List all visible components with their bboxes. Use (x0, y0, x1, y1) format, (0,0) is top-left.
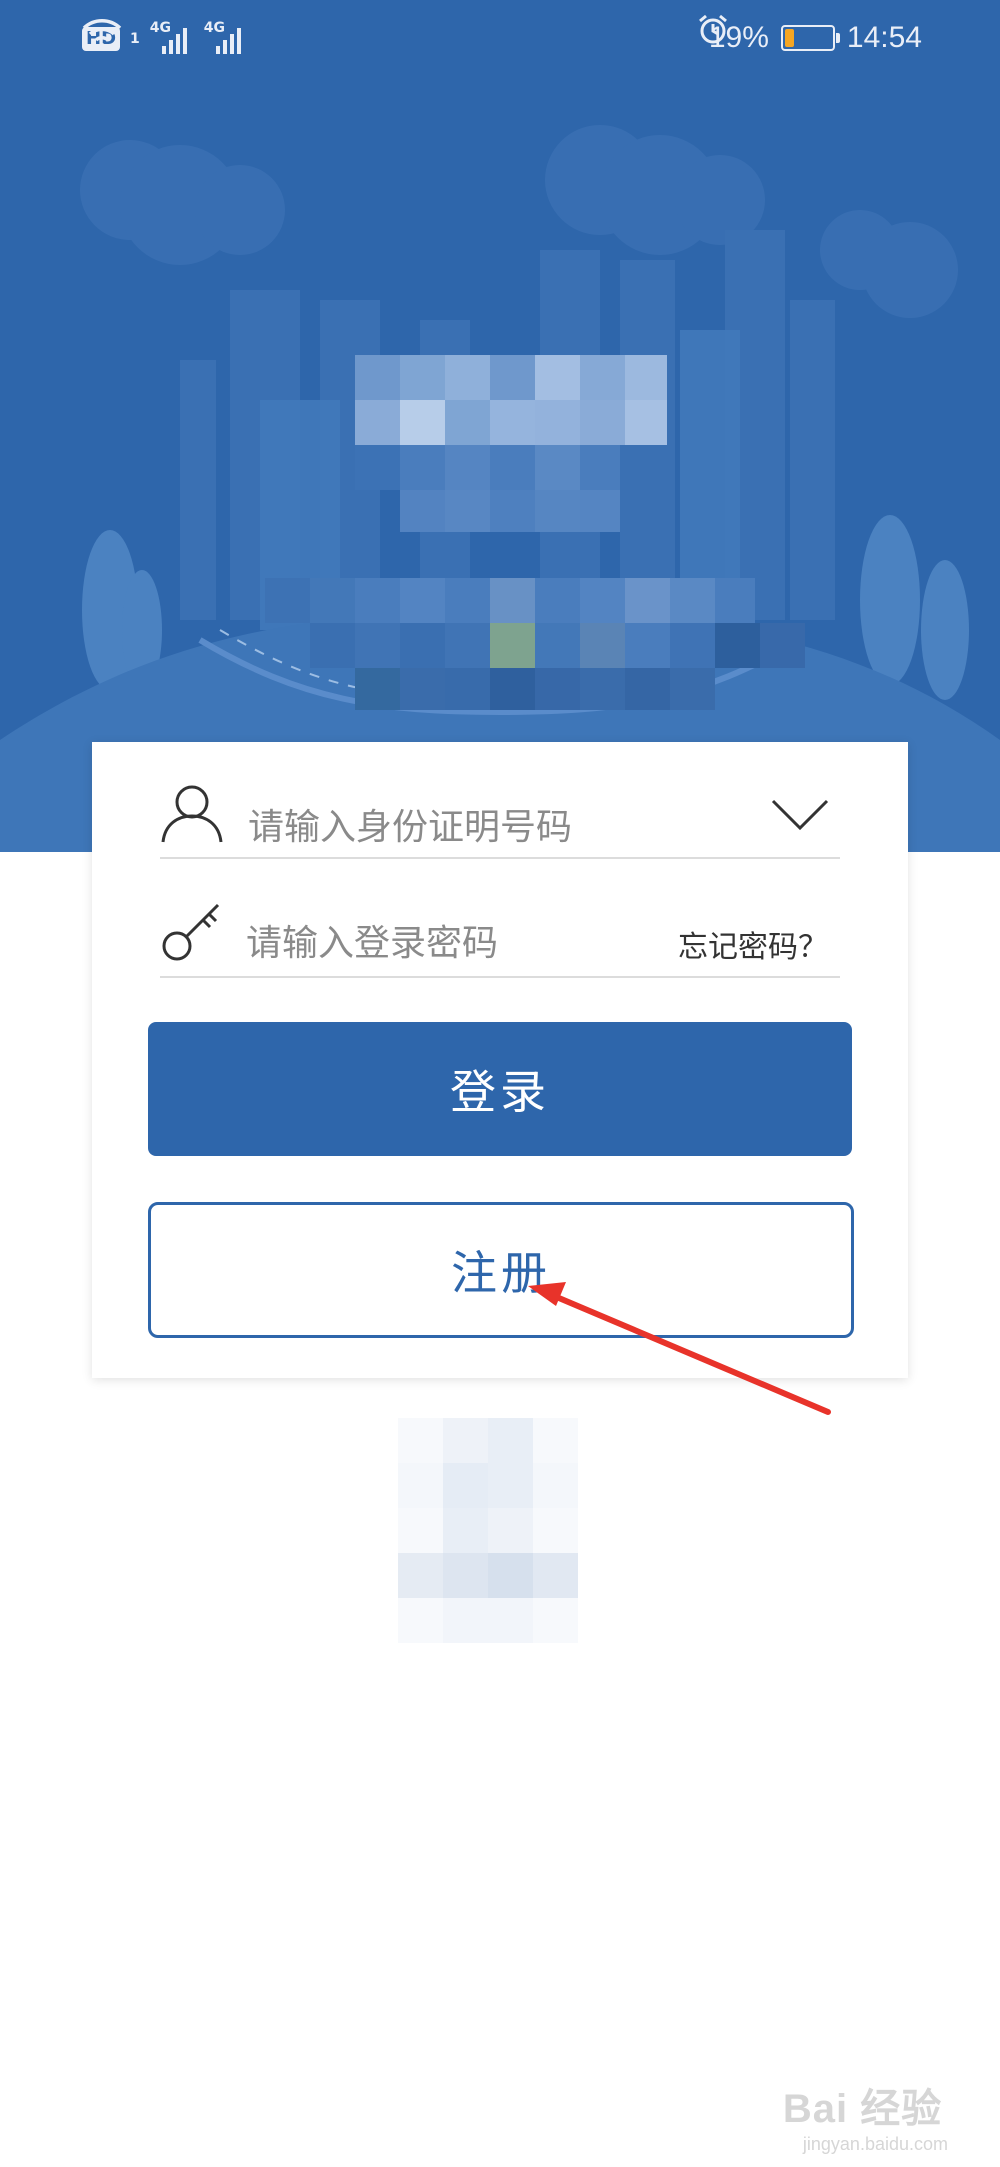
watermark-url: jingyan.baidu.com (802, 2134, 948, 2154)
id-number-input[interactable]: 请输入身份证明号码 (248, 798, 572, 850)
user-icon (160, 782, 224, 848)
password-input[interactable]: 请输入登录密码 (246, 914, 498, 966)
key-icon (160, 900, 224, 966)
register-button[interactable]: 注册 (148, 1202, 854, 1338)
cellular-signal-icon: 4G (150, 20, 194, 56)
cellular-signal-icon-2: 4G (204, 20, 248, 56)
city-illustration (0, 125, 1000, 852)
chevron-down-icon[interactable] (770, 798, 830, 836)
id-number-field[interactable]: 请输入身份证明号码 (160, 742, 840, 859)
battery-icon (780, 25, 840, 51)
password-field[interactable]: 请输入登录密码 忘记密码？ (160, 860, 840, 978)
battery-level-fill (784, 29, 794, 47)
login-card: 请输入身份证明号码 请输入登录密码 忘记密码？ 登录 注册 (92, 742, 908, 1378)
login-button[interactable]: 登录 (148, 1022, 852, 1156)
baidu-watermark: Bai 经验 jingyan.baidu.com (783, 2076, 948, 2155)
forgot-password-link[interactable]: 忘记密码？ (678, 922, 828, 966)
clock-time: 14:54 (846, 21, 922, 54)
header-banner: HD 1 4G 4G 19% 14:54 (0, 0, 1000, 852)
status-bar: HD 1 4G 4G 19% 14:54 (0, 0, 1000, 80)
sim-label: 1 (130, 31, 140, 47)
watermark-brand: Bai 经验 (782, 2087, 943, 2131)
footer-logo-blurred (398, 1418, 578, 1643)
